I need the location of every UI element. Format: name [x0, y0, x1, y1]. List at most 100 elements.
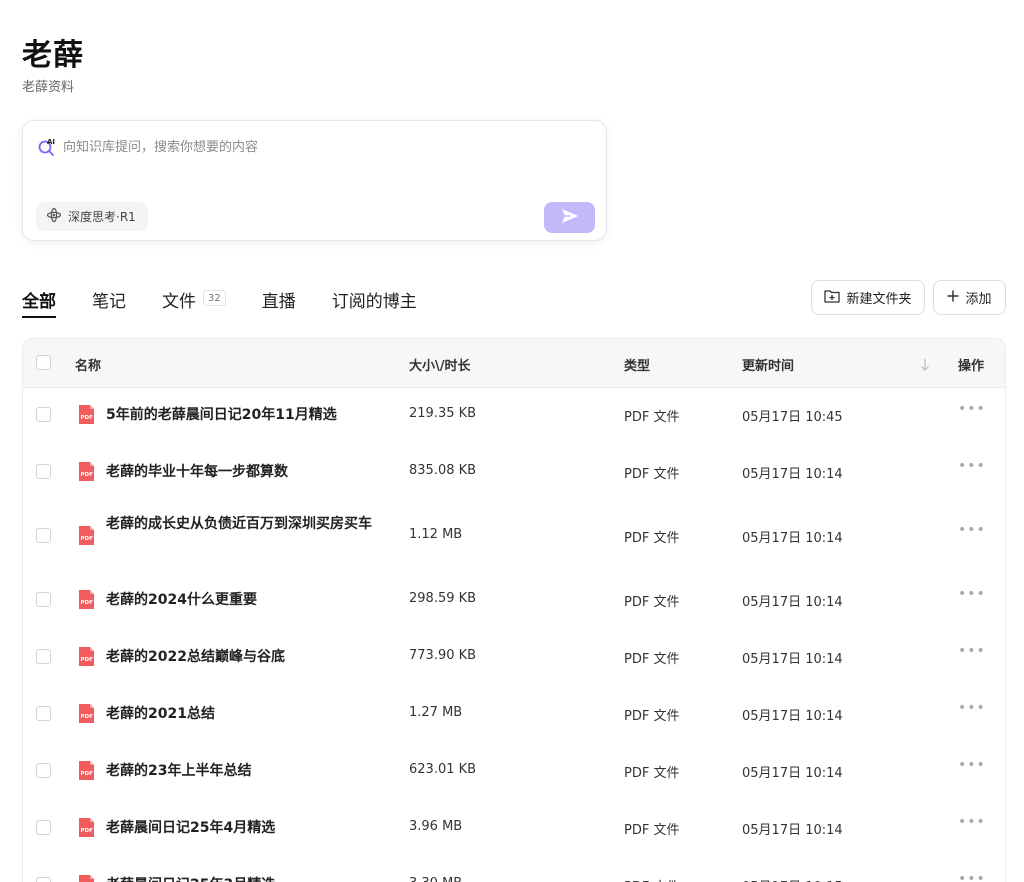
file-size: 3.96 MB	[409, 819, 463, 834]
svg-text:PDF: PDF	[81, 472, 94, 478]
svg-text:PDF: PDF	[81, 771, 94, 777]
file-type: PDF 文件	[624, 652, 680, 667]
pdf-file-icon: PDF	[78, 646, 95, 667]
send-button[interactable]	[544, 202, 595, 233]
table-header: 名称 大小\/时长 类型 更新时间 操作	[23, 339, 1005, 388]
file-updated: 05月17日 10:14	[742, 595, 843, 610]
file-updated: 05月17日 10:14	[742, 652, 843, 667]
page-title: 老薛	[22, 38, 84, 73]
tab-count-badge: 32	[203, 290, 226, 306]
col-name[interactable]: 名称	[75, 355, 101, 374]
row-checkbox[interactable]	[36, 820, 51, 835]
file-name-link[interactable]: 老薛晨间日记25年4月精选	[106, 816, 386, 840]
col-size[interactable]: 大小\/时长	[409, 355, 471, 374]
file-name-link[interactable]: 老薛的2021总结	[106, 702, 386, 726]
row-checkbox[interactable]	[36, 592, 51, 607]
svg-text:AI: AI	[47, 138, 55, 146]
row-checkbox[interactable]	[36, 464, 51, 479]
ask-box: AI 深度思考·R1	[22, 120, 607, 241]
tab-notes[interactable]: 笔记	[92, 284, 126, 318]
pdf-file-icon: PDF	[78, 525, 95, 546]
file-type: PDF 文件	[624, 467, 680, 482]
tab-all[interactable]: 全部	[22, 284, 56, 318]
tab-live[interactable]: 直播	[262, 284, 296, 318]
tab-files[interactable]: 文件 32	[162, 284, 226, 318]
more-options-icon[interactable]: •••	[958, 814, 986, 830]
file-updated: 05月17日 10:14	[742, 766, 843, 781]
pdf-file-icon: PDF	[78, 589, 95, 610]
more-options-icon[interactable]: •••	[958, 522, 986, 538]
ai-search-icon: AI	[37, 137, 57, 157]
more-options-icon[interactable]: •••	[958, 700, 986, 716]
select-all-checkbox[interactable]	[36, 355, 51, 370]
file-updated: 05月17日 10:14	[742, 467, 843, 482]
file-type: PDF 文件	[624, 410, 680, 425]
add-button[interactable]: 添加	[933, 280, 1006, 315]
col-type[interactable]: 类型	[624, 355, 650, 374]
row-checkbox[interactable]	[36, 877, 51, 882]
svg-text:PDF: PDF	[81, 415, 94, 421]
more-options-icon[interactable]: •••	[958, 458, 986, 474]
file-name-link[interactable]: 老薛的2022总结巅峰与谷底	[106, 645, 386, 669]
file-type: PDF 文件	[624, 595, 680, 610]
more-options-icon[interactable]: •••	[958, 643, 986, 659]
tab-bar: 全部 笔记 文件 32 直播 订阅的博主	[22, 284, 453, 320]
tab-label: 全部	[22, 292, 56, 312]
send-icon	[561, 208, 579, 227]
more-options-icon[interactable]: •••	[958, 757, 986, 773]
atom-icon	[46, 207, 62, 226]
new-folder-label: 新建文件夹	[846, 292, 912, 307]
tab-subscribed[interactable]: 订阅的博主	[332, 284, 417, 318]
file-name-link[interactable]: 5年前的老薛晨间日记20年11月精选	[106, 403, 386, 427]
page-subtitle: 老薛资料	[22, 80, 75, 95]
row-checkbox[interactable]	[36, 649, 51, 664]
file-updated: 05月17日 10:14	[742, 709, 843, 724]
file-size: 3.30 MB	[409, 876, 462, 882]
pdf-file-icon: PDF	[78, 874, 95, 882]
file-name-link[interactable]: 老薛的成长史从负债近百万到深圳买房买车	[106, 512, 386, 536]
svg-text:PDF: PDF	[81, 657, 94, 663]
row-checkbox[interactable]	[36, 763, 51, 778]
col-ops: 操作	[958, 359, 985, 374]
new-folder-button[interactable]: 新建文件夹	[811, 280, 925, 315]
plus-icon	[947, 290, 959, 306]
tab-label: 直播	[261, 292, 296, 312]
deep-think-toggle[interactable]: 深度思考·R1	[36, 202, 148, 231]
file-type: PDF 文件	[624, 531, 680, 546]
add-label: 添加	[965, 292, 992, 307]
deep-think-label: 深度思考·R1	[68, 210, 136, 224]
file-updated: 05月17日 10:15	[742, 876, 843, 882]
file-size: 1.12 MB	[409, 527, 463, 542]
pdf-file-icon: PDF	[78, 703, 95, 724]
col-updated[interactable]: 更新时间	[742, 355, 794, 374]
tab-label: 笔记	[92, 292, 126, 312]
row-checkbox[interactable]	[36, 706, 51, 721]
file-size: 835.08 KB	[409, 463, 477, 478]
file-updated: 05月17日 10:45	[742, 410, 843, 425]
file-name-link[interactable]: 老薛的毕业十年每一步都算数	[106, 460, 386, 484]
svg-text:PDF: PDF	[81, 536, 94, 542]
pdf-file-icon: PDF	[78, 760, 95, 781]
more-options-icon[interactable]: •••	[958, 586, 986, 602]
svg-text:PDF: PDF	[81, 600, 94, 606]
file-size: 298.59 KB	[409, 591, 477, 606]
more-options-icon[interactable]: •••	[958, 401, 986, 417]
row-checkbox[interactable]	[36, 528, 51, 543]
file-size: 623.01 KB	[409, 762, 477, 777]
sort-down-icon[interactable]	[920, 356, 930, 375]
ask-input[interactable]	[63, 135, 583, 159]
file-size: 1.27 MB	[409, 705, 463, 720]
pdf-file-icon: PDF	[78, 404, 95, 425]
tab-label: 文件	[162, 292, 196, 312]
row-checkbox[interactable]	[36, 407, 51, 422]
svg-text:PDF: PDF	[81, 714, 94, 720]
file-type: PDF 文件	[624, 709, 680, 724]
file-type: PDF 文件	[624, 876, 679, 882]
file-name-link[interactable]: 老薛晨间日记25年3月精选	[106, 873, 386, 882]
file-updated: 05月17日 10:14	[742, 531, 843, 546]
file-name-link[interactable]: 老薛的2024什么更重要	[106, 588, 386, 612]
file-name-link[interactable]: 老薛的23年上半年总结	[106, 759, 386, 783]
more-options-icon[interactable]: •••	[958, 871, 986, 882]
folder-plus-icon	[824, 289, 841, 307]
file-type: PDF 文件	[624, 766, 680, 781]
